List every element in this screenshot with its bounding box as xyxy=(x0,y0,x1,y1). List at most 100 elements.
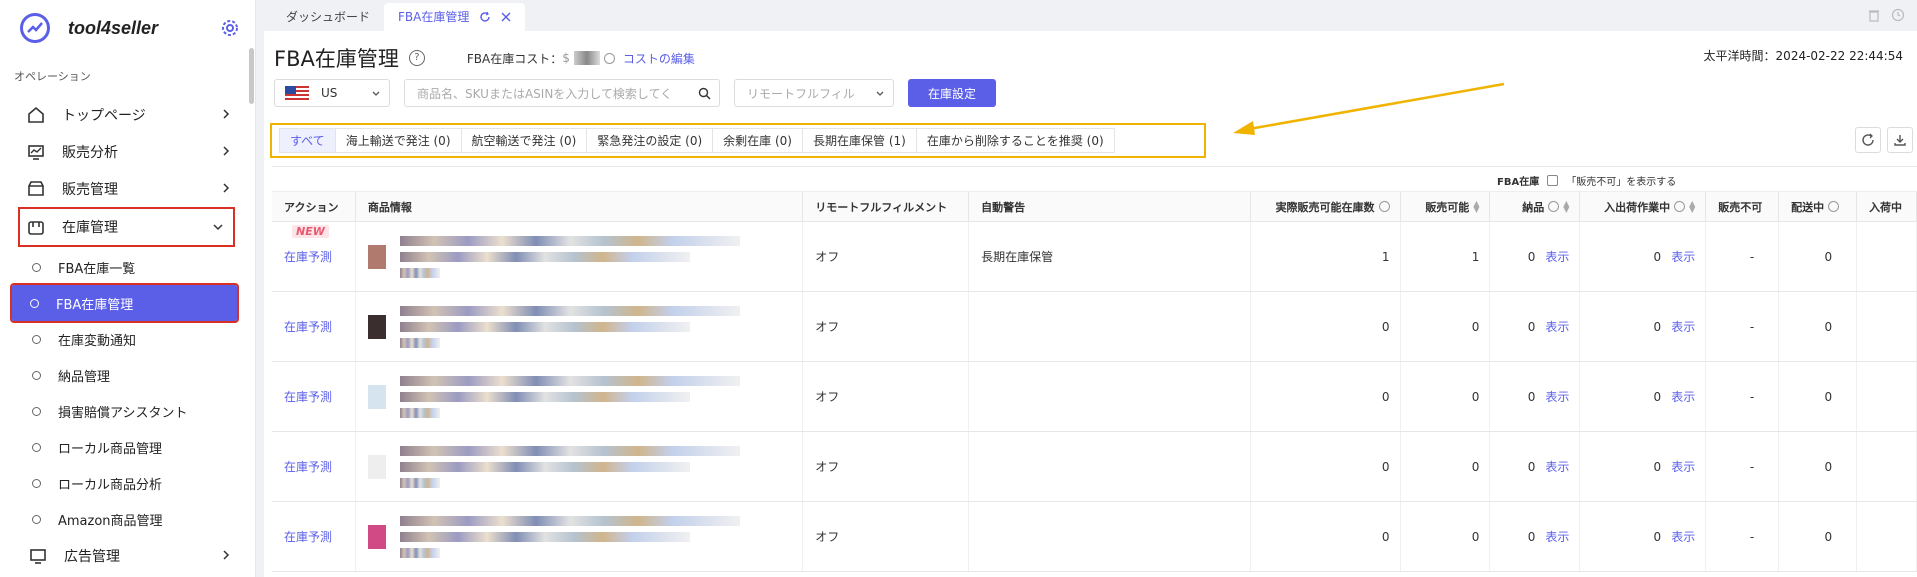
tab-fba-management[interactable]: FBA在庫管理 xyxy=(384,3,526,31)
sidebar: tool4seller オペレーション トップページ 販売分析 販売管理 在庫管… xyxy=(0,0,256,577)
sidebar-item-sales-analysis[interactable]: 販売分析 xyxy=(0,133,255,170)
inbound-view-link[interactable]: 表示 xyxy=(1545,248,1569,265)
clock-icon[interactable] xyxy=(1891,8,1905,22)
sort-icon[interactable]: ▲ ▼ xyxy=(1689,199,1695,213)
info-icon[interactable] xyxy=(1828,201,1840,212)
product-thumbnail[interactable] xyxy=(367,384,386,409)
sidebar-subitem-amazon-product[interactable]: Amazon商品管理 xyxy=(0,501,255,537)
circle-bullet-icon xyxy=(32,514,41,524)
shipping-cell: 0 xyxy=(1779,502,1858,571)
filter-tab-remove[interactable]: 在庫から削除することを推奨 (0) xyxy=(915,128,1115,153)
sidebar-subitem-stock-alert[interactable]: 在庫変動通知 xyxy=(0,321,255,357)
sidebar-item-sales-management[interactable]: 販売管理 xyxy=(0,170,255,207)
product-cell[interactable] xyxy=(356,432,804,501)
sort-icon[interactable]: ▲ ▼ xyxy=(1563,199,1569,213)
refresh-icon[interactable] xyxy=(479,11,491,23)
download-button[interactable] xyxy=(1887,127,1913,153)
filter-tab-all[interactable]: すべて xyxy=(279,128,336,153)
inbound-view-link[interactable]: 表示 xyxy=(1545,318,1569,335)
forecast-link[interactable]: 在庫予測 xyxy=(284,458,332,475)
search-icon[interactable] xyxy=(698,87,711,100)
filter-tab-urgent[interactable]: 緊急発注の設定 (0) xyxy=(586,128,714,153)
product-cell[interactable] xyxy=(356,292,804,361)
sidebar-subitem-label: Amazon商品管理 xyxy=(58,513,163,529)
cost-value-blurred xyxy=(573,51,600,65)
inventory-settings-button[interactable]: 在庫設定 xyxy=(908,79,997,107)
sidebar-subitem-fba-list[interactable]: FBA在庫一覧 xyxy=(0,249,255,285)
sidebar-subitem-local-product[interactable]: ローカル商品管理 xyxy=(0,429,255,465)
col-action: アクション xyxy=(272,192,356,221)
warning-cell xyxy=(969,502,1251,571)
sidebar-subitem-fba-management[interactable]: FBA在庫管理 xyxy=(10,283,239,323)
working-value: 0 xyxy=(1653,319,1662,334)
forecast-link[interactable]: 在庫予測 xyxy=(284,318,332,335)
filter-tab-long-term[interactable]: 長期在庫保管 (1) xyxy=(802,128,917,153)
col-product: 商品情報 xyxy=(356,192,804,221)
country-select[interactable]: US xyxy=(274,79,390,107)
inbound-view-link[interactable]: 表示 xyxy=(1545,528,1569,545)
sidebar-item-ads[interactable]: 広告管理 xyxy=(0,537,255,574)
gear-icon[interactable] xyxy=(220,18,240,38)
info-icon[interactable] xyxy=(1548,201,1560,212)
sidebar-scrollbar[interactable] xyxy=(249,48,254,104)
forecast-link[interactable]: 在庫予測 xyxy=(284,248,332,265)
show-unsellable-checkbox[interactable] xyxy=(1547,175,1559,186)
table-row: NEW 在庫予測 オフ 長期在庫保管 1 1 0 表示 0 表示 -0 xyxy=(272,222,1917,292)
info-icon[interactable] xyxy=(1674,201,1686,212)
col-inbound[interactable]: 納品 ▲ ▼ xyxy=(1490,192,1581,221)
table-group-header: FBA在庫 「販売不可」を表示する xyxy=(272,167,1917,192)
trash-icon[interactable] xyxy=(1867,8,1881,22)
product-thumbnail[interactable] xyxy=(367,244,386,269)
info-icon[interactable] xyxy=(603,52,615,64)
product-cell[interactable] xyxy=(356,362,804,431)
working-cell: 0 表示 xyxy=(1580,292,1707,361)
product-thumbnail[interactable] xyxy=(367,524,386,549)
filter-tab-air[interactable]: 航空輸送で発注 (0) xyxy=(460,128,588,153)
working-view-link[interactable]: 表示 xyxy=(1671,318,1695,335)
logo-row: tool4seller xyxy=(0,0,255,56)
remote-cell: オフ xyxy=(803,292,970,361)
sidebar-item-label: トップページ xyxy=(62,107,146,124)
working-view-link[interactable]: 表示 xyxy=(1671,388,1695,405)
inbound-view-link[interactable]: 表示 xyxy=(1545,458,1569,475)
product-thumbnail[interactable] xyxy=(367,314,386,339)
sidebar-item-label: 広告管理 xyxy=(64,548,120,565)
inbound-value: 0 xyxy=(1527,249,1536,264)
sidebar-subitem-shipment[interactable]: 納品管理 xyxy=(0,357,255,393)
product-cell[interactable] xyxy=(356,222,804,291)
col-remote: リモートフルフィルメント xyxy=(803,192,970,221)
filter-tab-excess[interactable]: 余剰在庫 (0) xyxy=(712,128,803,153)
unsellable-cell: - xyxy=(1706,432,1780,501)
sidebar-subitem-local-analysis[interactable]: ローカル商品分析 xyxy=(0,465,255,501)
col-working[interactable]: 入出荷作業中 ▲ ▼ xyxy=(1580,192,1707,221)
working-view-link[interactable]: 表示 xyxy=(1671,528,1695,545)
sort-icon[interactable]: ▲ ▼ xyxy=(1473,199,1479,213)
product-cell[interactable] xyxy=(356,502,804,571)
chevron-right-icon xyxy=(223,183,230,193)
sidebar-item-inventory[interactable]: 在庫管理 xyxy=(18,207,235,247)
info-icon[interactable] xyxy=(1378,201,1390,212)
remote-fulfillment-select[interactable]: リモートフルフィル xyxy=(734,79,894,107)
forecast-link[interactable]: 在庫予測 xyxy=(284,388,332,405)
search-input[interactable]: 商品名、SKUまたはASINを入力して検索してく xyxy=(404,79,720,107)
inbound-view-link[interactable]: 表示 xyxy=(1545,388,1569,405)
working-view-link[interactable]: 表示 xyxy=(1671,248,1695,265)
tab-dashboard[interactable]: ダッシュボード xyxy=(272,3,384,31)
working-value: 0 xyxy=(1653,389,1662,404)
refresh-button[interactable] xyxy=(1855,127,1881,153)
col-shipping: 配送中 xyxy=(1779,192,1858,221)
col-sellable[interactable]: 販売可能 ▲ ▼ xyxy=(1401,192,1491,221)
forecast-link[interactable]: 在庫予測 xyxy=(284,528,332,545)
help-icon[interactable]: ? xyxy=(408,50,425,66)
product-thumbnail[interactable] xyxy=(367,454,386,479)
filter-tab-sea[interactable]: 海上輸送で発注 (0) xyxy=(334,128,462,153)
sidebar-item-top[interactable]: トップページ xyxy=(0,96,255,133)
col-actual[interactable]: 実際販売可能在庫数 xyxy=(1251,192,1401,221)
sidebar-subitem-reimbursement[interactable]: 損害賠償アシスタント xyxy=(0,393,255,429)
close-icon[interactable] xyxy=(501,12,511,22)
edit-cost-link[interactable]: コストの編集 xyxy=(623,50,695,67)
inventory-table: FBA在庫 「販売不可」を表示する アクション 商品情報 リモートフルフィルメン… xyxy=(272,166,1917,577)
working-cell: 0 表示 xyxy=(1580,222,1707,291)
inbound-cell: 0 表示 xyxy=(1490,432,1581,501)
working-view-link[interactable]: 表示 xyxy=(1671,458,1695,475)
